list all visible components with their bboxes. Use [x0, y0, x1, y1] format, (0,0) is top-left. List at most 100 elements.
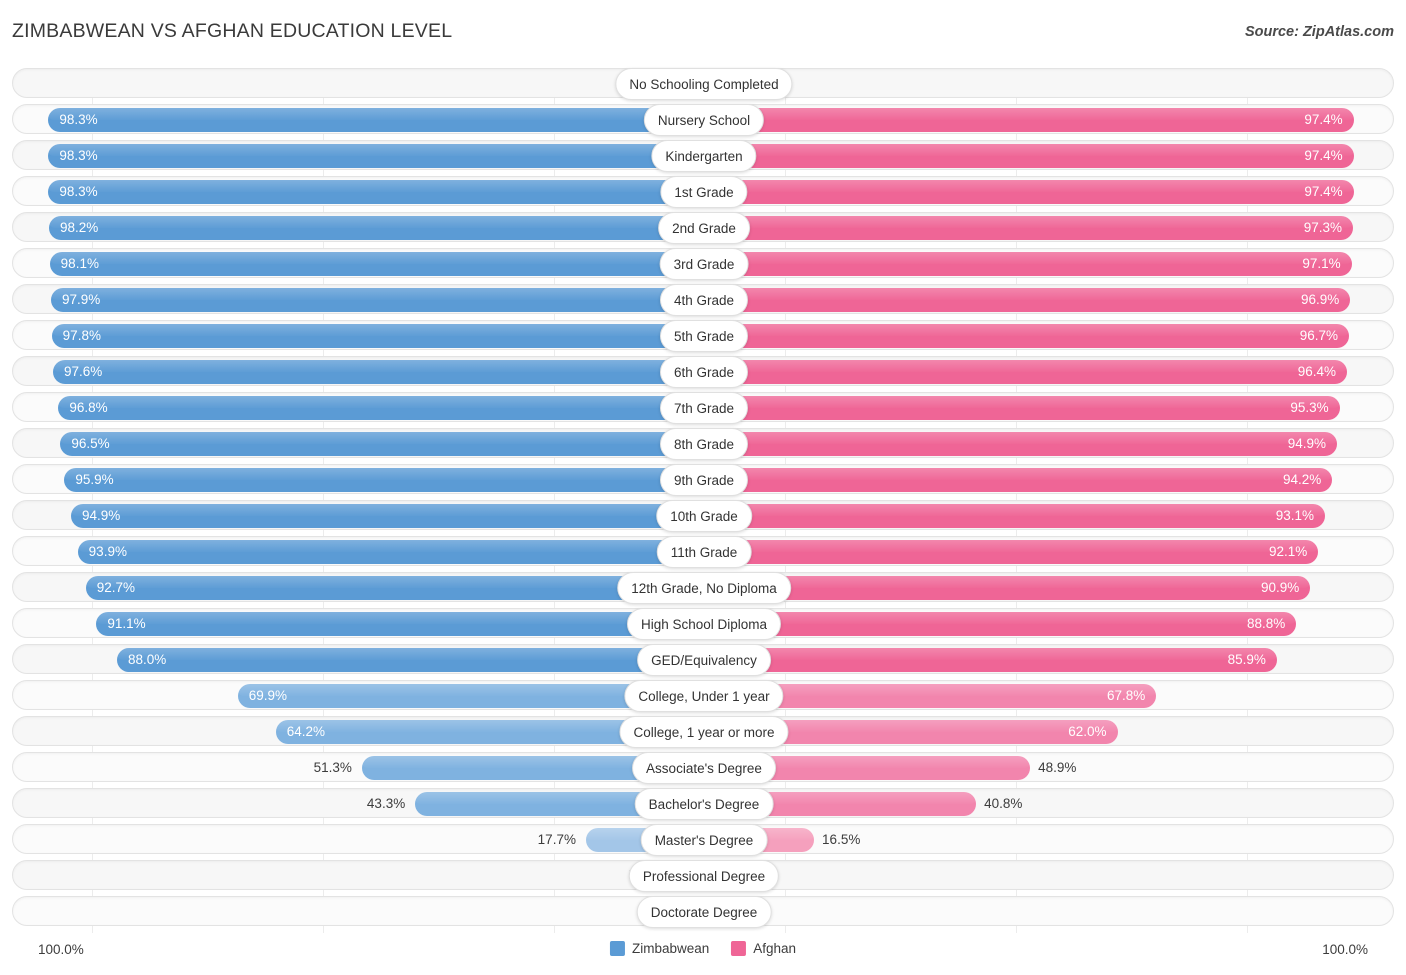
- bar-highlight: [704, 324, 1349, 336]
- bar-row: 98.3% 97.4% 1st Grade: [0, 176, 1406, 208]
- category-label: Professional Degree: [628, 860, 780, 892]
- chart-header: ZIMBABWEAN VS AFGHAN EDUCATION LEVEL Sou…: [0, 0, 1406, 60]
- bar-row: 5.2%4.7%Professional Degree: [0, 860, 1406, 892]
- bar-highlight: [64, 468, 704, 480]
- bar-track: 64.2% 62.0% College, 1 year or more: [12, 716, 1394, 748]
- axis-label-left: 100.0%: [38, 942, 84, 957]
- bar-afghan: [704, 216, 1353, 240]
- value-label-zimbabwean: 93.9%: [88, 544, 127, 559]
- bar-track: 17.7% 16.5% Master's Degree: [12, 824, 1394, 856]
- value-label-zimbabwean: 98.3%: [59, 148, 98, 163]
- category-label: Master's Degree: [640, 824, 768, 856]
- chart-page: ZIMBABWEAN VS AFGHAN EDUCATION LEVEL Sou…: [0, 0, 1406, 975]
- category-label: 9th Grade: [659, 464, 749, 496]
- bar-row: 98.1% 97.1% 3rd Grade: [0, 248, 1406, 280]
- bar-track: 98.3% 97.4% Kindergarten: [12, 140, 1394, 172]
- category-label: Bachelor's Degree: [634, 788, 774, 820]
- category-label: 6th Grade: [659, 356, 749, 388]
- bar-row: 2.3%2.0%Doctorate Degree: [0, 896, 1406, 928]
- value-label-afghan: 95.3%: [1290, 400, 1329, 415]
- bar-afghan: [704, 288, 1351, 312]
- bar-row: 17.7% 16.5% Master's Degree: [0, 824, 1406, 856]
- bar-row: 98.3% 97.4% Nursery School: [0, 104, 1406, 136]
- value-label-afghan: 62.0%: [1068, 724, 1107, 739]
- bar-row: 51.3% 48.9% Associate's Degree: [0, 752, 1406, 784]
- legend-label: Zimbabwean: [631, 941, 710, 956]
- axis-label-right: 100.0%: [1322, 942, 1368, 957]
- bar-zimbabwean: [71, 504, 704, 528]
- bar-zimbabwean: [48, 180, 704, 204]
- bar-afghan: [704, 648, 1277, 672]
- bar-row: 64.2% 62.0% College, 1 year or more: [0, 716, 1406, 748]
- bar-highlight: [48, 144, 704, 156]
- value-label-zimbabwean: 97.6%: [64, 364, 103, 379]
- category-label: Kindergarten: [651, 140, 757, 172]
- bar-afghan: [704, 612, 1297, 636]
- bar-row: 93.9% 92.1% 11th Grade: [0, 536, 1406, 568]
- value-label-zimbabwean: 96.5%: [71, 436, 110, 451]
- bar-track: 96.5% 94.9% 8th Grade: [12, 428, 1394, 460]
- bar-highlight: [58, 396, 704, 408]
- bar-track: 98.2% 97.3% 2nd Grade: [12, 212, 1394, 244]
- value-label-zimbabwean: 91.1%: [107, 616, 146, 631]
- bar-highlight: [704, 468, 1333, 480]
- bar-highlight: [704, 396, 1340, 408]
- bar-highlight: [85, 576, 704, 588]
- bar-highlight: [704, 612, 1297, 624]
- legend-item-afghan[interactable]: Afghan: [731, 941, 796, 956]
- bar-afghan: [704, 504, 1325, 528]
- bar-row: 92.7% 90.9% 12th Grade, No Diploma: [0, 572, 1406, 604]
- bar-zimbabwean: [51, 288, 704, 312]
- bar-row: 95.9% 94.2% 9th Grade: [0, 464, 1406, 496]
- bar-row: 1.7%2.6%No Schooling Completed: [0, 68, 1406, 100]
- category-label: 8th Grade: [659, 428, 749, 460]
- category-label: 11th Grade: [656, 536, 752, 568]
- bar-afghan: [704, 396, 1340, 420]
- bar-highlight: [704, 360, 1347, 372]
- bar-highlight: [77, 540, 704, 552]
- bar-zimbabwean: [60, 432, 704, 456]
- bar-row: 91.1% 88.8% High School Diploma: [0, 608, 1406, 640]
- value-label-afghan: 94.9%: [1287, 436, 1326, 451]
- value-label-zimbabwean: 88.0%: [128, 652, 167, 667]
- bar-track: 97.8% 96.7% 5th Grade: [12, 320, 1394, 352]
- page-title: ZIMBABWEAN VS AFGHAN EDUCATION LEVEL: [12, 20, 453, 42]
- bar-row: 98.2% 97.3% 2nd Grade: [0, 212, 1406, 244]
- bar-highlight: [704, 216, 1353, 228]
- bar-track: 88.0% 85.9% GED/Equivalency: [12, 644, 1394, 676]
- bar-track: 93.9% 92.1% 11th Grade: [12, 536, 1394, 568]
- value-label-afghan: 93.1%: [1275, 508, 1314, 523]
- category-label: 5th Grade: [659, 320, 749, 352]
- value-label-afghan: 97.4%: [1304, 184, 1343, 199]
- bar-afghan: [704, 108, 1354, 132]
- bar-afghan: [704, 144, 1354, 168]
- chart-legend: Zimbabwean Afghan: [609, 941, 796, 956]
- value-label-zimbabwean: 69.9%: [248, 688, 288, 703]
- bar-highlight: [117, 648, 704, 660]
- bar-afghan: [704, 468, 1333, 492]
- value-label-afghan: 16.5%: [822, 832, 861, 847]
- bar-track: 97.9% 96.9% 4th Grade: [12, 284, 1394, 316]
- value-label-zimbabwean: 98.3%: [59, 112, 98, 127]
- bar-zimbabwean: [48, 144, 704, 168]
- bar-highlight: [49, 252, 704, 264]
- legend-item-zimbabwean[interactable]: Zimbabwean: [609, 941, 710, 956]
- value-label-zimbabwean: 97.9%: [62, 292, 101, 307]
- bar-row: 94.9% 93.1% 10th Grade: [0, 500, 1406, 532]
- bar-afghan: [704, 324, 1349, 348]
- bar-zimbabwean: [96, 612, 704, 636]
- bar-row: 96.8% 95.3% 7th Grade: [0, 392, 1406, 424]
- value-label-zimbabwean: 17.7%: [537, 832, 576, 847]
- bar-row: 96.5% 94.9% 8th Grade: [0, 428, 1406, 460]
- value-label-afghan: 97.3%: [1303, 220, 1342, 235]
- bar-zimbabwean: [48, 108, 704, 132]
- value-label-afghan: 40.8%: [984, 796, 1023, 811]
- bar-highlight: [704, 144, 1354, 156]
- value-label-zimbabwean: 98.3%: [59, 184, 98, 199]
- value-label-afghan: 96.7%: [1299, 328, 1338, 343]
- bar-zimbabwean: [58, 396, 704, 420]
- value-label-zimbabwean: 98.1%: [60, 256, 99, 271]
- bar-zimbabwean: [85, 576, 704, 600]
- bar-zimbabwean: [77, 540, 704, 564]
- category-label: 12th Grade, No Diploma: [617, 572, 791, 604]
